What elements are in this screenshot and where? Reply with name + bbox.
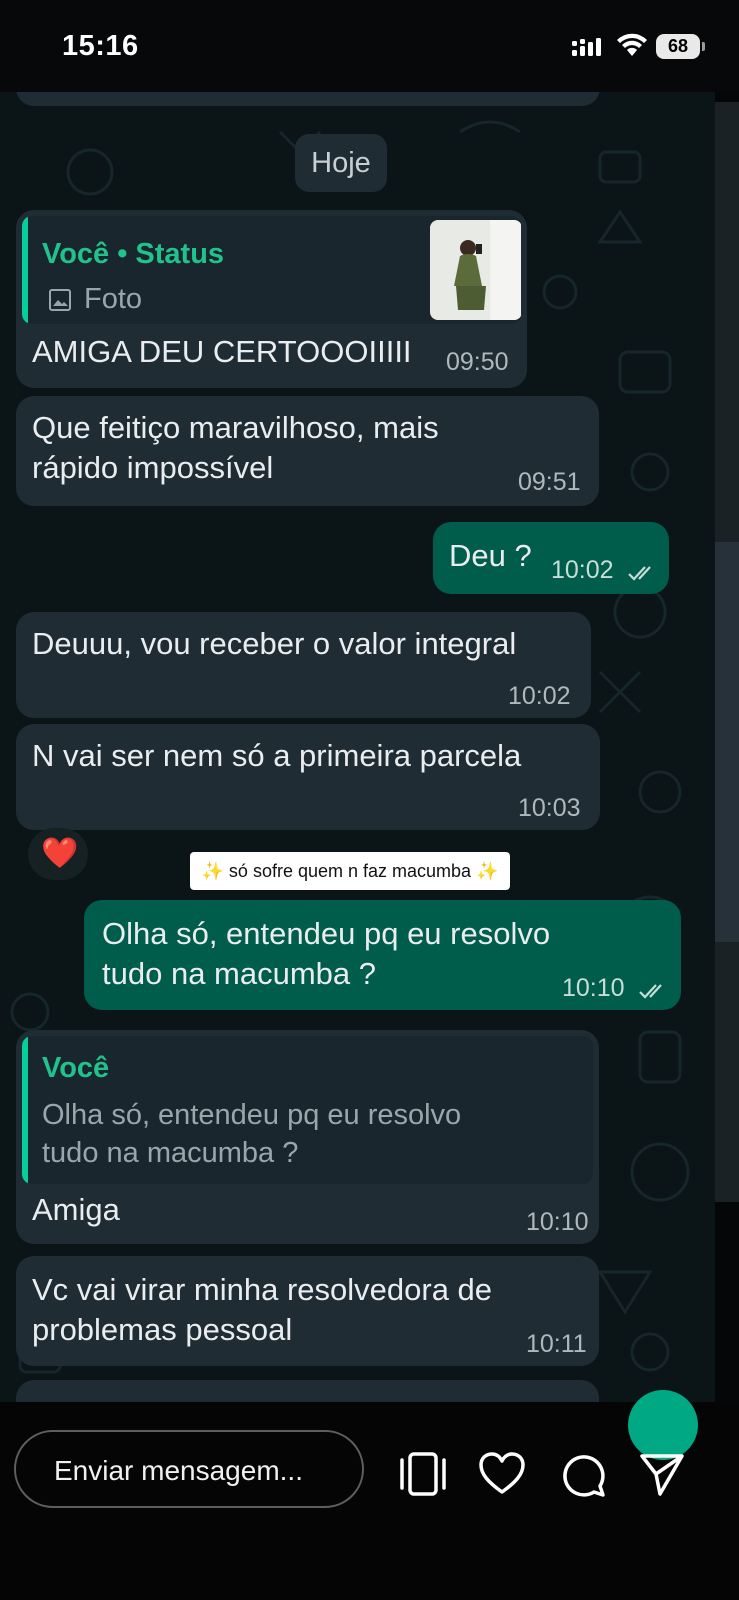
story-device-icon[interactable] xyxy=(398,1452,448,1496)
reply-message-input[interactable]: Enviar mensagem... xyxy=(14,1430,364,1508)
message-time: 10:02 xyxy=(551,556,614,584)
message-text-line: Olha só, entendeu pq eu resolvo xyxy=(102,916,551,951)
outgoing-message-bubble: Deu ? 10:02 xyxy=(433,522,669,594)
message-bubble: Que feitiço maravilhoso, mais rápido imp… xyxy=(16,396,599,506)
adjacent-story-edge xyxy=(715,92,739,1402)
quote-text-line: Olha só, entendeu pq eu resolvo xyxy=(42,1099,462,1131)
message-time: 10:02 xyxy=(508,682,571,710)
quote-author: Você xyxy=(42,1052,110,1084)
message-bubble: Você • Status Foto AMIGA DEU CERTOOOIIII… xyxy=(16,210,527,388)
heart-icon[interactable] xyxy=(478,1452,526,1496)
message-text-line: rápido impossível xyxy=(32,450,274,485)
wifi-icon xyxy=(617,33,647,56)
status-bar: 15:16 68 xyxy=(0,0,739,92)
status-photo-thumbnail xyxy=(430,220,521,320)
clock: 15:16 xyxy=(62,30,139,62)
message-time: 10:11 xyxy=(526,1330,587,1358)
adjacent-story-panel xyxy=(715,542,739,942)
comment-icon[interactable] xyxy=(560,1452,606,1498)
message-text: AMIGA DEU CERTOOOIIIII xyxy=(32,334,412,369)
clipped-message-bubble xyxy=(16,92,600,106)
quote-text: Foto xyxy=(84,283,143,315)
message-text-line: Que feitiço maravilhoso, mais xyxy=(32,410,439,445)
floating-action-button[interactable] xyxy=(628,1390,698,1460)
reaction-heart-icon[interactable]: ❤️ xyxy=(28,828,88,880)
message-text: Deuuu, vou receber o valor integral xyxy=(32,626,517,661)
date-chip: Hoje xyxy=(295,134,387,192)
message-time: 09:51 xyxy=(518,468,581,496)
send-icon[interactable] xyxy=(638,1452,686,1498)
message-bubble: Deuuu, vou receber o valor integral 10:0… xyxy=(16,612,591,718)
battery-level: 68 xyxy=(656,34,700,59)
quoted-status[interactable]: Você • Status Foto xyxy=(22,216,521,324)
story-text-sticker: ✨ só sofre quem n faz macumba ✨ xyxy=(190,852,510,890)
quote-accent-bar xyxy=(22,1036,28,1184)
message-bubble: Vc vai virar minha resolvedora de proble… xyxy=(16,1256,599,1366)
message-time: 09:50 xyxy=(446,348,509,376)
message-bubble: N vai ser nem só a primeira parcela 10:0… xyxy=(16,724,600,830)
quote-text-line: tudo na macumba ? xyxy=(42,1137,299,1169)
message-text: N vai ser nem só a primeira parcela xyxy=(32,738,522,773)
quote-accent-bar xyxy=(22,216,28,324)
message-text-line: tudo na macumba ? xyxy=(102,956,377,991)
quote-author: Você • Status xyxy=(42,238,225,270)
message-text-line: problemas pessoal xyxy=(32,1312,293,1347)
quoted-message[interactable]: Você Olha só, entendeu pq eu resolvo tud… xyxy=(22,1036,593,1184)
message-text: Amiga xyxy=(32,1192,120,1227)
message-time: 10:10 xyxy=(526,1208,589,1236)
battery-cap xyxy=(702,42,705,51)
message-time: 10:03 xyxy=(518,794,581,822)
cellular-signal-icon xyxy=(572,38,601,56)
double-check-icon xyxy=(628,566,651,581)
photo-icon xyxy=(49,289,71,311)
message-text: Deu ? xyxy=(449,538,532,573)
clipped-message-bubble xyxy=(16,1380,599,1402)
outgoing-message-bubble: Olha só, entendeu pq eu resolvo tudo na … xyxy=(84,900,681,1010)
message-time: 10:10 xyxy=(562,974,625,1002)
message-text-line: Vc vai virar minha resolvedora de xyxy=(32,1272,493,1307)
double-check-icon xyxy=(639,984,662,999)
message-bubble: Você Olha só, entendeu pq eu resolvo tud… xyxy=(16,1030,599,1244)
